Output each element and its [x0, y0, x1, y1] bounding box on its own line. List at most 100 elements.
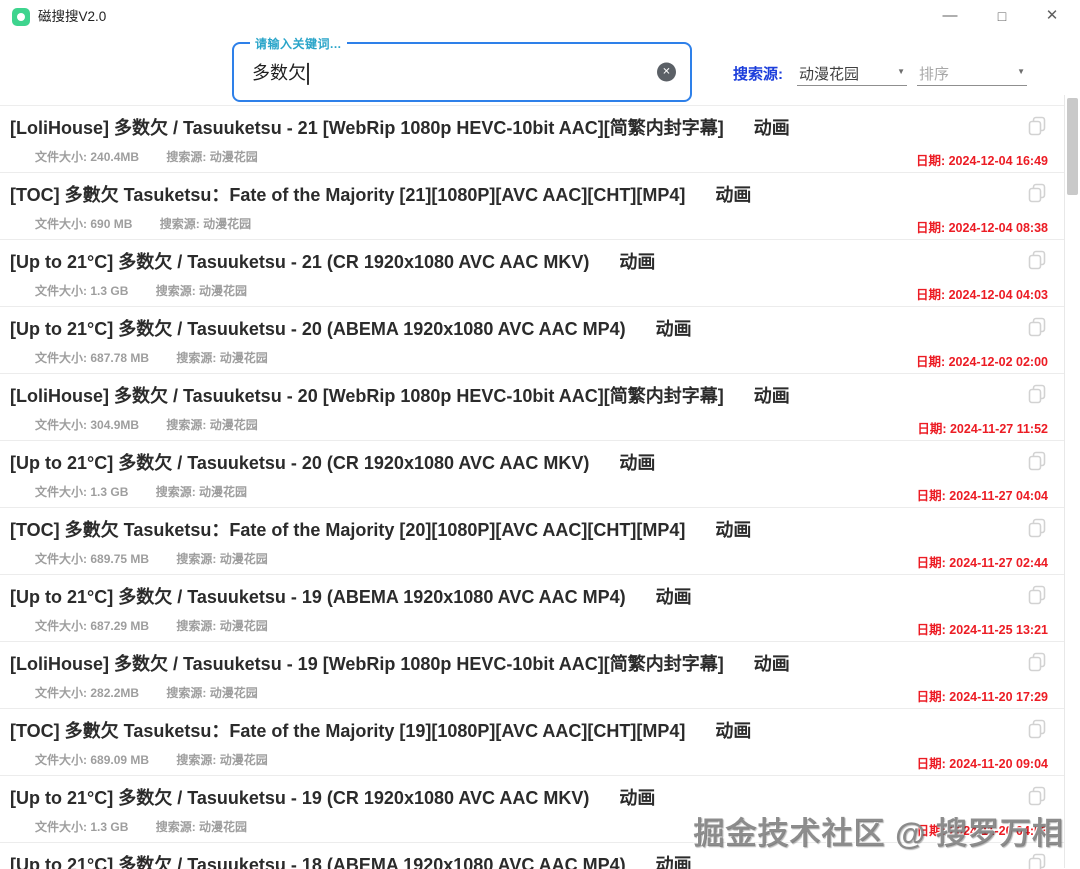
result-date: 日期: 2024-12-02 02:00 — [916, 351, 1048, 370]
result-category: 动画 — [619, 252, 655, 272]
date-value: 2024-11-27 11:52 — [950, 422, 1048, 436]
result-row[interactable]: [Up to 21°C] 多数欠 / Tasuuketsu - 21 (CR 1… — [0, 240, 1080, 307]
file-size-value: 687.29 MB — [90, 619, 149, 633]
result-category: 动画 — [715, 185, 751, 205]
result-source: 搜索源: 动漫花园 — [166, 686, 257, 700]
search-floating-label: 请输入关键词... — [250, 35, 347, 52]
result-row[interactable]: [Up to 21°C] 多数欠 / Tasuuketsu - 20 (CR 1… — [0, 441, 1080, 508]
close-icon[interactable]: ✕ — [1032, 0, 1072, 34]
result-title: [Up to 21°C] 多数欠 / Tasuuketsu - 18 (ABEM… — [10, 855, 626, 869]
copy-icon[interactable] — [1028, 317, 1046, 337]
file-size: 文件大小: 1.3 GB — [35, 820, 128, 834]
result-title: [Up to 21°C] 多数欠 / Tasuuketsu - 19 (CR 1… — [10, 788, 589, 808]
file-size-label: 文件大小: — [35, 284, 87, 298]
minimize-icon[interactable]: — — [930, 0, 970, 34]
results-list: [LoliHouse] 多数欠 / Tasuuketsu - 21 [WebRi… — [0, 105, 1080, 869]
file-size: 文件大小: 687.78 MB — [35, 351, 149, 365]
scrollbar-track[interactable] — [1064, 95, 1080, 868]
result-row[interactable]: [Up to 21°C] 多数欠 / Tasuuketsu - 18 (ABEM… — [0, 843, 1080, 869]
file-size-value: 1.3 GB — [90, 284, 128, 298]
copy-icon[interactable] — [1028, 116, 1046, 136]
result-row[interactable]: [LoliHouse] 多数欠 / Tasuuketsu - 19 [WebRi… — [0, 642, 1080, 709]
result-meta: 文件大小: 240.4MB 搜索源: 动漫花园 — [35, 148, 258, 165]
result-meta: 文件大小: 689.09 MB 搜索源: 动漫花园 — [35, 751, 268, 768]
source-filter-label: 搜索源: — [733, 63, 783, 84]
result-source: 搜索源: 动漫花园 — [176, 619, 267, 633]
result-category: 动画 — [656, 319, 692, 339]
file-size: 文件大小: 689.09 MB — [35, 753, 149, 767]
file-size-value: 690 MB — [90, 217, 132, 231]
date-value: 2024-11-27 04:04 — [949, 489, 1048, 503]
file-size-value: 689.09 MB — [90, 753, 149, 767]
result-source: 搜索源: 动漫花园 — [156, 284, 247, 298]
clear-search-icon[interactable]: ✕ — [657, 63, 676, 82]
copy-icon[interactable] — [1028, 786, 1046, 806]
source-dropdown[interactable]: 动漫花园 ▼ — [797, 58, 907, 86]
copy-icon[interactable] — [1028, 652, 1046, 672]
result-title-line: [Up to 21°C] 多数欠 / Tasuuketsu - 19 (ABEM… — [10, 583, 692, 609]
copy-icon[interactable] — [1028, 384, 1046, 404]
result-title: [LoliHouse] 多数欠 / Tasuuketsu - 21 [WebRi… — [10, 118, 724, 138]
result-source: 搜索源: 动漫花园 — [176, 351, 267, 365]
result-row[interactable]: [Up to 21°C] 多数欠 / Tasuuketsu - 20 (ABEM… — [0, 307, 1080, 374]
file-size-label: 文件大小: — [35, 217, 87, 231]
result-title-line: [Up to 21°C] 多数欠 / Tasuuketsu - 20 (CR 1… — [10, 449, 655, 475]
result-source: 搜索源: 动漫花园 — [166, 418, 257, 432]
copy-icon[interactable] — [1028, 518, 1046, 538]
source-dropdown-value: 动漫花园 — [799, 63, 859, 84]
copy-icon[interactable] — [1028, 183, 1046, 203]
result-row[interactable]: [TOC] 多數欠 Tasuketsu：Fate of the Majority… — [0, 508, 1080, 575]
result-title: [TOC] 多數欠 Tasuketsu：Fate of the Majority… — [10, 185, 685, 205]
file-size-label: 文件大小: — [35, 418, 87, 432]
source-value: 动漫花园 — [203, 217, 251, 231]
file-size-label: 文件大小: — [35, 351, 87, 365]
result-title-line: [Up to 21°C] 多数欠 / Tasuuketsu - 21 (CR 1… — [10, 248, 655, 274]
file-size-value: 240.4MB — [90, 150, 139, 164]
result-meta: 文件大小: 1.3 GB 搜索源: 动漫花园 — [35, 282, 247, 299]
file-size-label: 文件大小: — [35, 820, 87, 834]
result-meta: 文件大小: 1.3 GB 搜索源: 动漫花园 — [35, 818, 247, 835]
file-size: 文件大小: 304.9MB — [35, 418, 139, 432]
result-title-line: [Up to 21°C] 多数欠 / Tasuuketsu - 20 (ABEM… — [10, 315, 692, 341]
maximize-icon[interactable]: □ — [982, 0, 1022, 34]
result-category: 动画 — [715, 520, 751, 540]
result-row[interactable]: [Up to 21°C] 多数欠 / Tasuuketsu - 19 (ABEM… — [0, 575, 1080, 642]
copy-icon[interactable] — [1028, 585, 1046, 605]
source-label: 搜索源: — [166, 150, 206, 164]
sort-dropdown[interactable]: 排序 ▼ — [917, 58, 1027, 86]
copy-icon[interactable] — [1028, 853, 1046, 869]
result-row[interactable]: [LoliHouse] 多数欠 / Tasuuketsu - 20 [WebRi… — [0, 374, 1080, 441]
result-source: 搜索源: 动漫花园 — [160, 217, 251, 231]
result-title: [Up to 21°C] 多数欠 / Tasuuketsu - 19 (ABEM… — [10, 587, 626, 607]
result-date: 日期: 2024-11-20 09:04 — [917, 753, 1048, 772]
date-label: 日期: — [916, 221, 945, 235]
result-date: 日期: 2024-11-27 04:04 — [917, 485, 1048, 504]
file-size-value: 689.75 MB — [90, 552, 149, 566]
sort-dropdown-value: 排序 — [919, 63, 949, 84]
result-category: 动画 — [754, 118, 790, 138]
date-label: 日期: — [917, 623, 946, 637]
result-meta: 文件大小: 689.75 MB 搜索源: 动漫花园 — [35, 550, 268, 567]
source-value: 动漫花园 — [220, 753, 268, 767]
result-meta: 文件大小: 690 MB 搜索源: 动漫花园 — [35, 215, 251, 232]
result-row[interactable]: [LoliHouse] 多数欠 / Tasuuketsu - 21 [WebRi… — [0, 106, 1080, 173]
result-title: [TOC] 多數欠 Tasuketsu：Fate of the Majority… — [10, 520, 685, 540]
app-logo-icon — [12, 8, 30, 26]
result-row[interactable]: [Up to 21°C] 多数欠 / Tasuuketsu - 19 (CR 1… — [0, 776, 1080, 843]
result-row[interactable]: [TOC] 多數欠 Tasuketsu：Fate of the Majority… — [0, 709, 1080, 776]
file-size-value: 1.3 GB — [90, 820, 128, 834]
result-source: 搜索源: 动漫花园 — [166, 150, 257, 164]
search-input[interactable]: 请输入关键词... 多数欠 ✕ — [232, 42, 692, 102]
result-title-line: [Up to 21°C] 多数欠 / Tasuuketsu - 19 (CR 1… — [10, 784, 655, 810]
copy-icon[interactable] — [1028, 250, 1046, 270]
search-value[interactable]: 多数欠 — [252, 59, 309, 85]
scrollbar-thumb[interactable] — [1067, 98, 1078, 195]
date-value: 2024-11-25 13:21 — [949, 623, 1048, 637]
date-label: 日期: — [917, 556, 946, 570]
file-size-label: 文件大小: — [35, 552, 87, 566]
result-source: 搜索源: 动漫花园 — [156, 820, 247, 834]
result-row[interactable]: [TOC] 多數欠 Tasuketsu：Fate of the Majority… — [0, 173, 1080, 240]
copy-icon[interactable] — [1028, 451, 1046, 471]
file-size-label: 文件大小: — [35, 619, 87, 633]
copy-icon[interactable] — [1028, 719, 1046, 739]
